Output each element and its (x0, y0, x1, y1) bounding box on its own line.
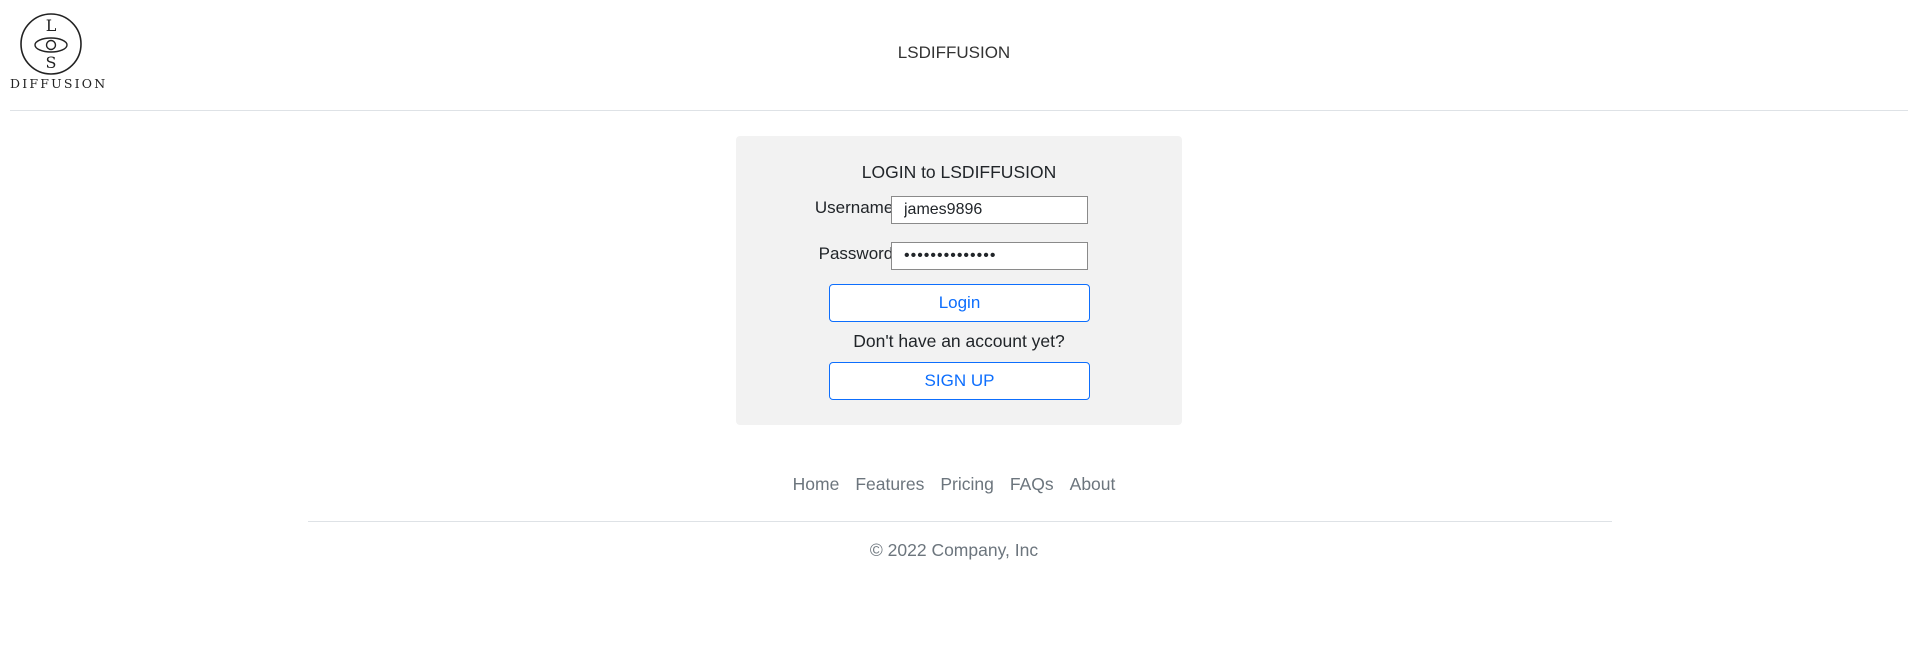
site-title: LSDIFFUSION (897, 43, 1011, 62)
page: L S DIFFUSION LSDIFFUSION LOGIN to LSDIF… (0, 0, 1908, 654)
signup-prompt: Don't have an account yet? (853, 331, 1065, 351)
footer-link-pricing[interactable]: Pricing (932, 474, 1002, 495)
username-input[interactable] (891, 196, 1088, 224)
footer-link-faqs[interactable]: FAQs (1002, 474, 1062, 495)
footer-link-about[interactable]: About (1062, 474, 1124, 495)
password-input[interactable] (891, 242, 1088, 270)
logo-wordmark: DIFFUSION (10, 76, 108, 91)
signup-button[interactable]: SIGN UP (829, 362, 1090, 400)
header: L S DIFFUSION LSDIFFUSION (0, 0, 1908, 111)
footer-divider (308, 521, 1612, 522)
login-card: LOGIN to LSDIFFUSION Username: Password:… (736, 136, 1182, 425)
password-label: Password: (818, 244, 898, 263)
username-label: Username: (814, 198, 898, 217)
login-title: LOGIN to LSDIFFUSION (861, 162, 1057, 182)
footer-link-home[interactable]: Home (785, 474, 848, 495)
footer-link-features[interactable]: Features (847, 474, 932, 495)
login-button[interactable]: Login (829, 284, 1090, 322)
header-divider (10, 110, 1908, 111)
footer-nav: Home Features Pricing FAQs About (0, 474, 1908, 495)
logo-letter-l: L (46, 16, 57, 35)
copyright-text: © 2022 Company, Inc (869, 540, 1039, 560)
